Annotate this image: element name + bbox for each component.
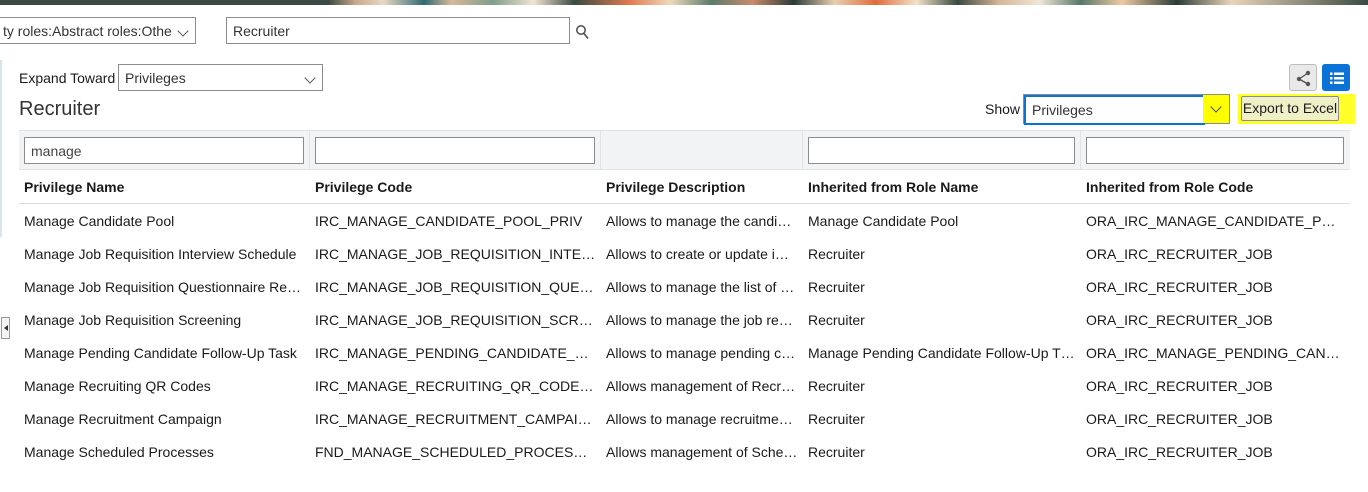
privilege-name-cell: Manage Job Requisition Screening — [24, 312, 242, 328]
hierarchy-icon — [1296, 70, 1311, 87]
list-view-button[interactable] — [1322, 64, 1350, 91]
table-header: Privilege Name Privilege Code Privilege … — [19, 170, 1350, 204]
show-label: Show — [985, 101, 1021, 117]
inherited-role-code-cell: ORA_IRC_RECRUITER_JOB — [1086, 444, 1273, 460]
privilege-description-cell: Allows to manage recruitme… — [606, 411, 793, 427]
inherited-role-name-cell: Recruiter — [808, 444, 865, 460]
inherited-role-code-filter[interactable] — [1086, 137, 1344, 164]
privilege-name-cell: Manage Recruiting QR Codes — [24, 378, 211, 394]
expand-toward-value: Privileges — [125, 70, 186, 86]
privilege-code-cell: FND_MANAGE_SCHEDULED_PROCESS… — [315, 444, 596, 460]
privilege-code-cell: IRC_MANAGE_JOB_REQUISITION_INTER… — [315, 246, 596, 262]
expand-toward-select[interactable]: Privileges — [118, 64, 323, 91]
column-header-inherited-role-code[interactable]: Inherited from Role Code — [1086, 179, 1344, 195]
inherited-role-name-cell: Recruiter — [808, 246, 865, 262]
inherited-role-name-cell: Recruiter — [808, 312, 865, 328]
show-dropdown-toggle[interactable] — [1203, 95, 1229, 123]
chevron-down-icon — [1210, 101, 1222, 113]
collapse-panel-handle[interactable] — [1, 317, 10, 339]
privilege-name-cell: Manage Pending Candidate Follow-Up Task — [24, 345, 297, 361]
left-rail — [0, 60, 2, 237]
filter-cell-empty — [601, 131, 803, 169]
privilege-description-cell: Allows management of Sche… — [606, 444, 798, 460]
role-type-select[interactable]: ty roles:Abstract roles:Othe — [0, 17, 196, 44]
privilege-code-cell: IRC_MANAGE_CANDIDATE_POOL_PRIV — [315, 213, 583, 229]
privilege-name-cell: Manage Candidate Pool — [24, 213, 175, 229]
list-icon — [1330, 72, 1344, 84]
filter-cell — [803, 131, 1081, 169]
column-header-privilege-code[interactable]: Privilege Code — [315, 179, 596, 195]
show-select[interactable]: Privileges — [1023, 94, 1230, 125]
inherited-role-name-cell: Recruiter — [808, 279, 865, 295]
table-row[interactable]: Manage Job Requisition Interview Schedul… — [19, 237, 1350, 270]
inherited-role-name-filter[interactable] — [808, 137, 1075, 164]
privilege-name-cell: Manage Job Requisition Interview Schedul… — [24, 246, 297, 262]
export-to-excel-button[interactable]: Export to Excel — [1241, 96, 1339, 121]
inherited-role-code-cell: ORA_IRC_RECRUITER_JOB — [1086, 246, 1273, 262]
privilege-code-cell: IRC_MANAGE_JOB_REQUISITION_QUES… — [315, 279, 596, 295]
inherited-role-code-cell: ORA_IRC_RECRUITER_JOB — [1086, 411, 1273, 427]
filter-cell — [1081, 131, 1350, 169]
role-type-value: ty roles:Abstract roles:Othe — [3, 23, 172, 39]
inherited-role-name-cell: Recruiter — [808, 411, 865, 427]
role-search-input[interactable] — [226, 17, 570, 44]
column-header-privilege-description[interactable]: Privilege Description — [606, 179, 798, 195]
inherited-role-name-cell: Recruiter — [808, 378, 865, 394]
privilege-description-cell: Allows to create or update i… — [606, 246, 789, 262]
header-banner — [0, 0, 1368, 5]
privilege-name-filter[interactable] — [24, 137, 304, 164]
inherited-role-code-cell: ORA_IRC_RECRUITER_JOB — [1086, 312, 1273, 328]
table-row[interactable]: Manage Job Requisition Screening IRC_MAN… — [19, 303, 1350, 336]
table-row[interactable]: Manage Recruitment Campaign IRC_MANAGE_R… — [19, 402, 1350, 435]
table-row[interactable]: Manage Recruiting QR Codes IRC_MANAGE_RE… — [19, 369, 1350, 402]
table-row[interactable]: Manage Scheduled Processes FND_MANAGE_SC… — [19, 435, 1350, 468]
privilege-description-cell: Allows to manage the list of … — [606, 279, 795, 295]
filter-cell — [19, 131, 310, 169]
privilege-code-cell: IRC_MANAGE_RECRUITING_QR_CODES… — [315, 378, 596, 394]
table-row[interactable]: Manage Job Requisition Questionnaire Re…… — [19, 270, 1350, 303]
expand-toward-label: Expand Toward — [19, 70, 116, 86]
privilege-description-cell: Allows management of Recr… — [606, 378, 796, 394]
privilege-description-cell: Allows to manage the job re… — [606, 312, 793, 328]
show-value: Privileges — [1024, 95, 1205, 125]
inherited-role-code-cell: ORA_IRC_MANAGE_PENDING_CANDI… — [1086, 345, 1344, 361]
privilege-code-filter[interactable] — [315, 137, 595, 164]
table-filter-row — [19, 130, 1350, 170]
privilege-description-cell: Allows to manage the candi… — [606, 213, 792, 229]
column-header-privilege-name[interactable]: Privilege Name — [24, 179, 305, 195]
table-row[interactable]: Manage Candidate Pool IRC_MANAGE_CANDIDA… — [19, 204, 1350, 237]
inherited-role-code-cell: ORA_IRC_MANAGE_CANDIDATE_PO… — [1086, 213, 1344, 229]
hierarchy-view-button[interactable] — [1289, 64, 1317, 91]
inherited-role-code-cell: ORA_IRC_RECRUITER_JOB — [1086, 279, 1273, 295]
privilege-code-cell: IRC_MANAGE_PENDING_CANDIDATE_F… — [315, 345, 596, 361]
privilege-description-cell: Allows to manage pending c… — [606, 345, 796, 361]
privilege-name-cell: Manage Scheduled Processes — [24, 444, 214, 460]
search-icon[interactable] — [575, 24, 589, 40]
inherited-role-code-cell: ORA_IRC_RECRUITER_JOB — [1086, 378, 1273, 394]
chevron-down-icon — [304, 72, 316, 84]
inherited-role-name-cell: Manage Candidate Pool — [808, 213, 959, 229]
inherited-role-name-cell: Manage Pending Candidate Follow-Up T… — [808, 345, 1075, 361]
column-header-inherited-role-name[interactable]: Inherited from Role Name — [808, 179, 1076, 195]
filter-cell — [310, 131, 601, 169]
privilege-code-cell: IRC_MANAGE_JOB_REQUISITION_SCRE… — [315, 312, 596, 328]
table-row[interactable]: Manage Pending Candidate Follow-Up Task … — [19, 336, 1350, 369]
privilege-code-cell: IRC_MANAGE_RECRUITMENT_CAMPAIG… — [315, 411, 596, 427]
chevron-down-icon — [177, 25, 189, 37]
privilege-name-cell: Manage Job Requisition Questionnaire Re… — [24, 279, 302, 295]
privilege-name-cell: Manage Recruitment Campaign — [24, 411, 222, 427]
page-title: Recruiter — [19, 98, 101, 120]
